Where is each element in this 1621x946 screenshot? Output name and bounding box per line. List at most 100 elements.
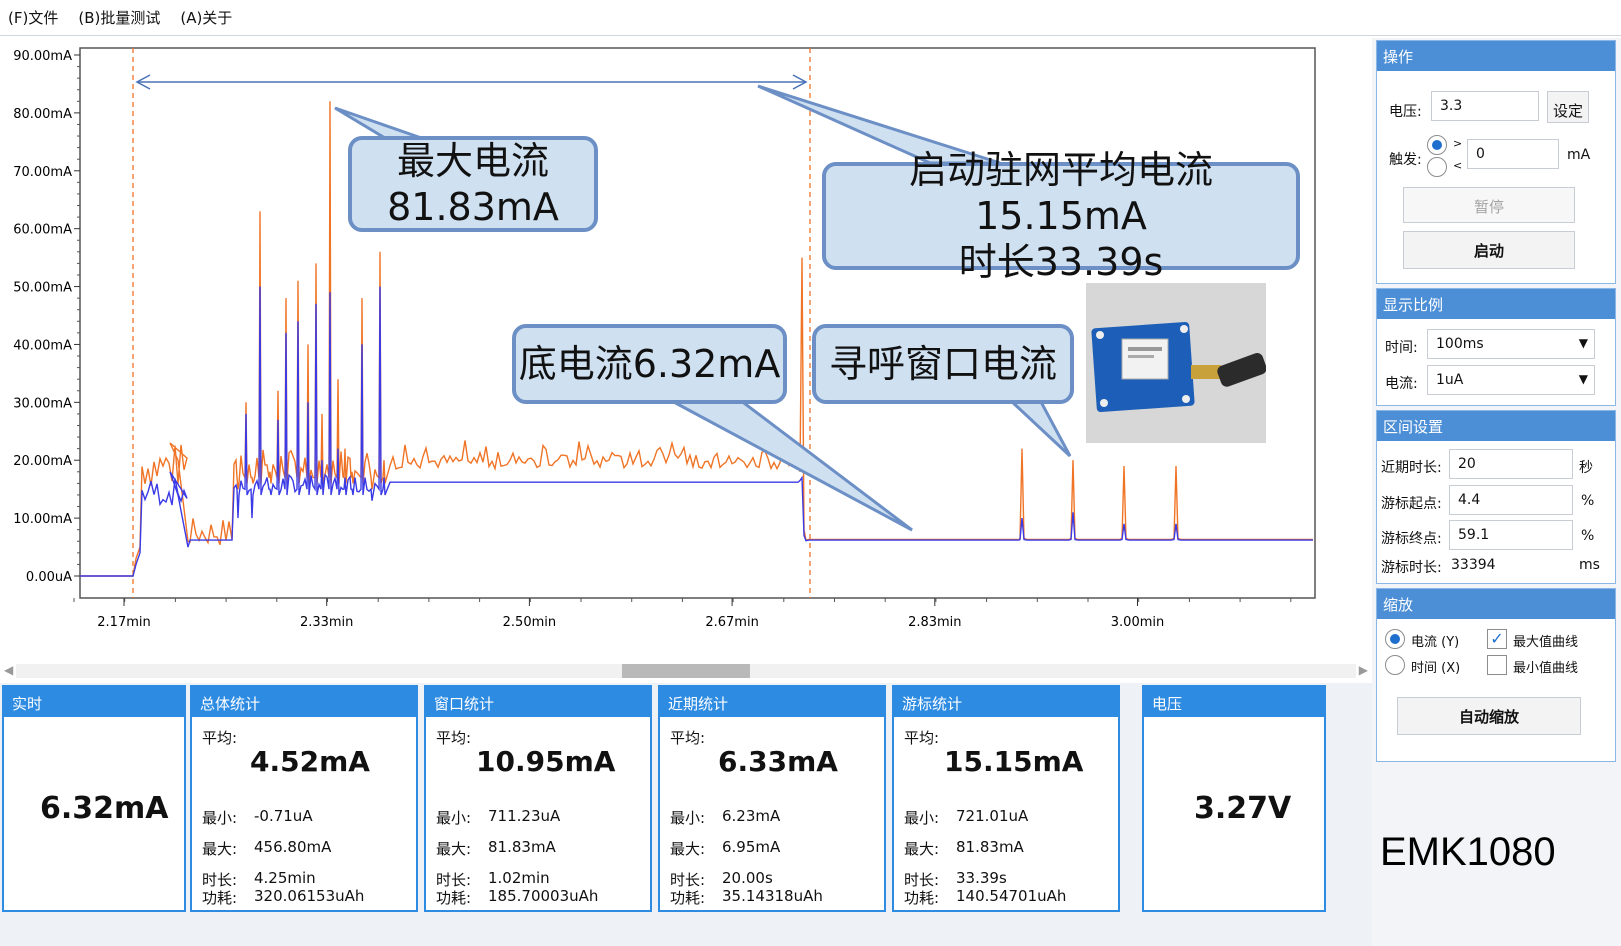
callout-max-value: 81.83mA (387, 185, 559, 229)
total-dur-value: 4.25min (254, 869, 316, 887)
time-scale-value: 100ms (1436, 336, 1484, 352)
time-scale-label: 时间: (1385, 340, 1418, 356)
cursor-dur-value: 33.39s (956, 869, 1007, 887)
window-avg-value: 10.95mA (476, 745, 616, 778)
max-curve-checkbox[interactable]: ✓ (1487, 629, 1507, 649)
recent-energy-label: 功耗: (670, 889, 706, 907)
ops-title: 操作 (1377, 41, 1615, 71)
total-stats-panel: 总体统计 平均: 4.52mA 最小: -0.71uA 最大: 456.80mA… (190, 685, 418, 912)
window-avg-label: 平均: (436, 729, 472, 747)
module-photo-svg (1086, 283, 1267, 443)
cursor-title: 游标统计 (894, 687, 1118, 717)
chart-hscrollbar[interactable]: ◀ ▶ (0, 660, 1372, 682)
recent-duration-input[interactable]: 20 (1449, 449, 1573, 479)
window-stats-panel: 窗口统计 平均: 10.95mA 最小: 711.23uA 最大: 81.83m… (424, 685, 652, 912)
start-button[interactable]: 启动 (1403, 231, 1575, 269)
stats-area: 实时 6.32mA 总体统计 平均: 4.52mA 最小: -0.71uA 最大… (0, 683, 1372, 946)
cursor-min-value: 721.01uA (956, 807, 1029, 825)
trigger-unit: mA (1567, 147, 1591, 163)
pause-button[interactable]: 暂停 (1403, 187, 1575, 223)
chevron-down-icon: ▼ (1578, 336, 1588, 350)
menu-bar: (F)文件 (B)批量测试 (A)关于 (0, 0, 1621, 36)
zoom-time-label: 时间 (X) (1411, 661, 1461, 676)
recent-energy-value: 35.14318uAh (722, 887, 823, 905)
y-axis: 90.00mA 80.00mA 70.00mA 60.00mA 50.00mA 40.00… (13, 49, 80, 585)
brand-label: EMK1080 (1380, 830, 1556, 874)
menu-about[interactable]: (A)关于 (180, 7, 232, 28)
chevron-down-icon: ▼ (1578, 372, 1588, 386)
zoom-current-radio[interactable] (1385, 629, 1405, 649)
cursor-avg-label: 平均: (904, 729, 940, 747)
recent-avg-label: 平均: (670, 729, 706, 747)
range-group: 区间设置 近期时长: 20 秒 游标起点: 4.4 % 游标终点: 59.1 %… (1376, 410, 1616, 584)
zoom-time-radio[interactable] (1385, 655, 1405, 675)
x-tick-label: 2.33min (300, 615, 353, 630)
y-tick-label: 0.00uA (26, 570, 72, 585)
y-tick-label: 70.00mA (13, 165, 72, 180)
recent-duration-unit: 秒 (1579, 460, 1593, 476)
scroll-left-icon[interactable]: ◀ (4, 663, 13, 677)
y-tick-label: 60.00mA (13, 223, 72, 238)
right-panel: 操作 电压: 3.3 设定 触发: > < 0 mA 暂停 启动 显示比例 时间… (1372, 38, 1621, 946)
menu-file[interactable]: (F)文件 (8, 7, 58, 28)
scroll-right-icon[interactable]: ▶ (1359, 663, 1368, 677)
cursor-max-value: 81.83mA (956, 838, 1024, 856)
callout-paging-text: 寻呼窗口电流 (828, 342, 1057, 386)
scroll-thumb[interactable] (622, 664, 750, 678)
total-energy-label: 功耗: (202, 889, 238, 907)
total-max-label: 最大: (202, 840, 238, 858)
cursor-max-label: 最大: (904, 840, 940, 858)
set-voltage-button[interactable]: 设定 (1547, 91, 1589, 123)
cursor-end-input[interactable]: 59.1 (1449, 520, 1573, 550)
total-avg-value: 4.52mA (250, 745, 370, 778)
cursor-min-label: 最小: (904, 809, 940, 827)
voltage-input[interactable]: 3.3 (1431, 91, 1539, 121)
cursor-avg-value: 15.15mA (944, 745, 1084, 778)
trigger-input[interactable]: 0 (1467, 139, 1559, 169)
cursor-end-unit: % (1581, 528, 1595, 544)
module-photo (1086, 283, 1267, 443)
window-energy-label: 功耗: (436, 889, 472, 907)
recent-max-label: 最大: (670, 840, 706, 858)
y-tick-label: 90.00mA (13, 49, 72, 64)
window-min-label: 最小: (436, 809, 472, 827)
cursor-energy-label: 功耗: (904, 889, 940, 907)
recent-avg-value: 6.33mA (718, 745, 838, 778)
time-scale-select[interactable]: 100ms ▼ (1427, 329, 1595, 359)
window-max-label: 最大: (436, 840, 472, 858)
window-min-value: 711.23uA (488, 807, 561, 825)
realtime-panel: 实时 6.32mA (2, 685, 186, 912)
cursor-start-label: 游标起点: (1381, 496, 1442, 512)
auto-zoom-button[interactable]: 自动缩放 (1397, 697, 1581, 735)
cursor-stats-panel: 游标统计 平均: 15.15mA 最小: 721.01uA 最大: 81.83m… (892, 685, 1120, 912)
y-tick-label: 40.00mA (13, 338, 72, 353)
trigger-label: 触发: (1389, 152, 1422, 168)
min-curve-label: 最小值曲线 (1513, 661, 1579, 676)
ops-group: 操作 电压: 3.3 设定 触发: > < 0 mA 暂停 启动 (1376, 40, 1616, 284)
x-axis: 2.17min 2.33min 2.50min 2.67min 2.83min 3.00m… (97, 598, 1164, 630)
trigger-lt-radio[interactable] (1427, 157, 1447, 177)
recent-title: 近期统计 (660, 687, 884, 717)
callout-paging-current: 寻呼窗口电流 (812, 324, 1074, 404)
cursor-start-input[interactable]: 4.4 (1449, 485, 1573, 515)
realtime-title: 实时 (4, 687, 184, 717)
x-tick-label: 2.50min (503, 615, 556, 630)
callout-avg-line2: 时长33.39s (958, 240, 1164, 284)
max-curve-label: 最大值曲线 (1513, 635, 1579, 650)
window-dur-value: 1.02min (488, 869, 550, 887)
total-title: 总体统计 (192, 687, 416, 717)
cursor-duration-value: 33394 (1451, 557, 1496, 573)
current-scale-select[interactable]: 1uA ▼ (1427, 365, 1595, 395)
menu-batch-test[interactable]: (B)批量测试 (78, 7, 160, 28)
voltage-label: 电压: (1389, 104, 1422, 120)
callout-base-text: 底电流6.32mA (518, 342, 781, 386)
scale-title: 显示比例 (1377, 289, 1615, 319)
cursor-duration-label: 游标时长: (1381, 560, 1442, 576)
current-scale-value: 1uA (1436, 372, 1464, 388)
min-curve-checkbox[interactable] (1487, 655, 1507, 675)
scale-group: 显示比例 时间: 100ms ▼ 电流: 1uA ▼ (1376, 288, 1616, 406)
window-max-value: 81.83mA (488, 838, 556, 856)
cursor-duration-unit: ms (1579, 557, 1600, 573)
current-chart[interactable]: 90.00mA 80.00mA 70.00mA 60.00mA 50.00mA 40.00… (0, 38, 1372, 681)
trigger-gt-radio[interactable] (1427, 135, 1447, 155)
